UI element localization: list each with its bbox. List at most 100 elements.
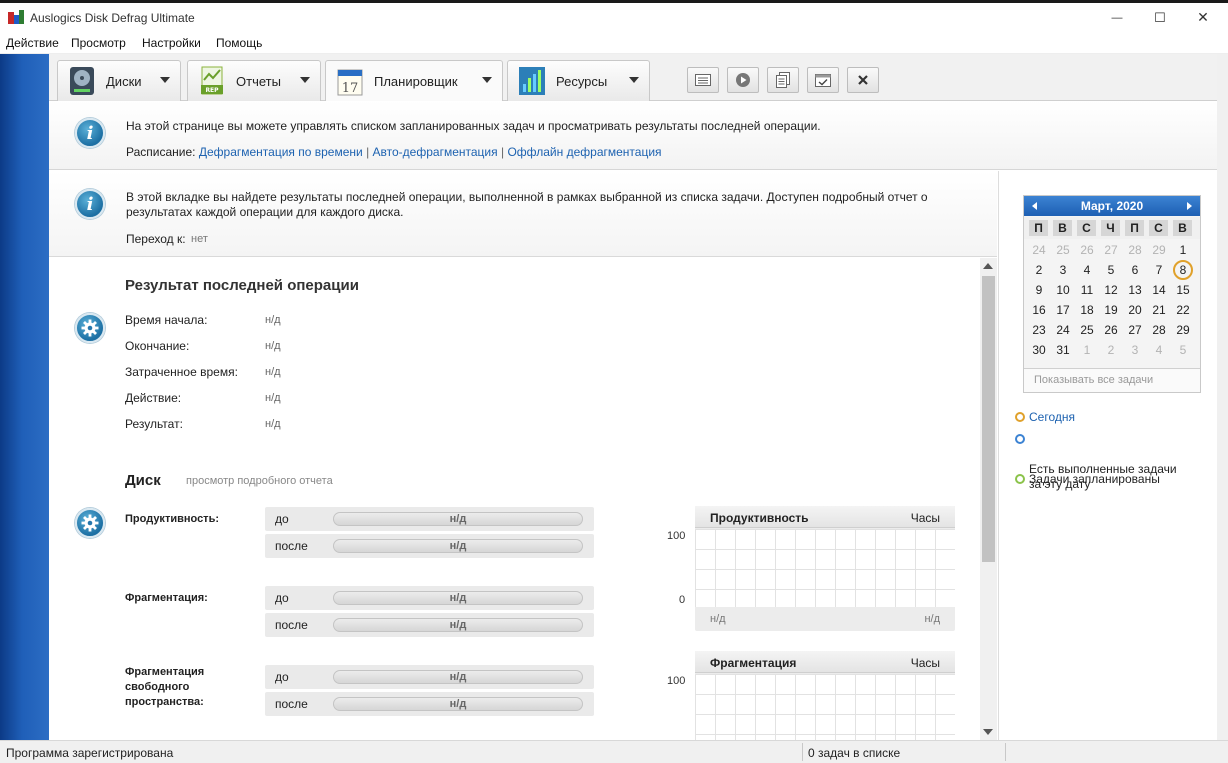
calendar-day[interactable]: 28	[1123, 240, 1147, 260]
status-registered: Программа зарегистрирована	[6, 746, 174, 760]
minimize-button[interactable]: —	[1094, 3, 1140, 32]
results-info-box: i В этой вкладке вы найдете результаты п…	[49, 171, 997, 257]
calendar-day[interactable]: 4	[1147, 340, 1171, 360]
scroll-thumb[interactable]	[982, 276, 995, 562]
calendar-day[interactable]: 26	[1099, 320, 1123, 340]
left-decoration-strip	[0, 54, 49, 740]
calendar-day[interactable]: 25	[1075, 320, 1099, 340]
tabs-bar: Диски REP Отчеты 17 Планировщик Ресурсы	[49, 54, 1217, 102]
tab-disks[interactable]: Диски	[57, 60, 181, 101]
chevron-down-icon[interactable]	[482, 77, 492, 83]
delete-button[interactable]	[847, 67, 879, 93]
gear-icon	[75, 508, 105, 538]
calendar-day[interactable]: 29	[1147, 240, 1171, 260]
end-time-value: н/д	[265, 340, 281, 352]
calendar-day[interactable]: 1	[1075, 340, 1099, 360]
calendar-day[interactable]: 20	[1123, 300, 1147, 320]
free-space-before-row: до н/д	[265, 665, 594, 689]
copy-button[interactable]	[767, 67, 799, 93]
report-icon: REP	[201, 66, 223, 95]
detailed-report-link[interactable]: просмотр подробного отчета	[186, 475, 333, 487]
calendar-day[interactable]: 10	[1051, 280, 1075, 300]
info-icon: i	[75, 189, 105, 219]
calendar-day[interactable]: 1	[1171, 240, 1195, 260]
tab-resources[interactable]: Ресурсы	[507, 60, 650, 101]
next-month-icon[interactable]	[1187, 202, 1192, 210]
calendar-day[interactable]: 2	[1027, 260, 1051, 280]
results-description-line2: результатах каждой операции для каждого …	[126, 205, 404, 219]
close-window-button[interactable]: ✕	[1180, 3, 1226, 32]
end-time-label: Окончание:	[125, 339, 190, 353]
calendar-day[interactable]: 2	[1099, 340, 1123, 360]
tab-resources-label: Ресурсы	[556, 73, 608, 89]
calendar-day-today[interactable]: 8	[1173, 260, 1193, 280]
vertical-scrollbar[interactable]	[980, 258, 997, 740]
menu-view[interactable]: Просмотр	[71, 36, 126, 50]
start-time-label: Время начала:	[125, 313, 208, 327]
properties-button[interactable]	[687, 67, 719, 93]
calendar-day[interactable]: 25	[1051, 240, 1075, 260]
calendar-day[interactable]: 26	[1075, 240, 1099, 260]
chevron-down-icon[interactable]	[300, 77, 310, 83]
calendar-day[interactable]: 15	[1171, 280, 1195, 300]
calendar-day[interactable]: 29	[1171, 320, 1195, 340]
calendar-day[interactable]: 30	[1027, 340, 1051, 360]
scroll-down-icon[interactable]	[983, 729, 993, 735]
today-ring-icon	[1015, 412, 1025, 422]
tab-scheduler[interactable]: 17 Планировщик	[325, 60, 503, 102]
calendar-day[interactable]: 27	[1123, 320, 1147, 340]
scroll-up-icon[interactable]	[983, 263, 993, 269]
fragmentation-before-row: до н/д	[265, 586, 594, 610]
calendar-day[interactable]: 24	[1027, 240, 1051, 260]
calendar-day[interactable]: 28	[1147, 320, 1171, 340]
calendar-sidebar: Март, 2020 ПВСЧПСВ 24 25 26 27 28 29 1 2 3 4 5 6 7 8 9…	[998, 171, 1217, 740]
calendar-day[interactable]: 4	[1075, 260, 1099, 280]
calendar-day[interactable]: 19	[1099, 300, 1123, 320]
link-time-defrag[interactable]: Дефрагментация по времени	[199, 145, 363, 159]
calendar: Март, 2020 ПВСЧПСВ 24 25 26 27 28 29 1 2 3 4 5 6 7 8 9…	[1023, 195, 1201, 393]
menu-settings[interactable]: Настройки	[142, 36, 201, 50]
maximize-button[interactable]: ☐	[1137, 3, 1183, 32]
chevron-down-icon[interactable]	[160, 77, 170, 83]
calendar-day[interactable]: 22	[1171, 300, 1195, 320]
graph-grid	[695, 674, 955, 740]
calendar-day[interactable]: 11	[1075, 280, 1099, 300]
calendar-day[interactable]: 3	[1123, 340, 1147, 360]
menu-help[interactable]: Помощь	[216, 36, 262, 50]
task-check-button[interactable]	[807, 67, 839, 93]
calendar-day[interactable]: 9	[1027, 280, 1051, 300]
run-button[interactable]	[727, 67, 759, 93]
calendar-day[interactable]: 27	[1099, 240, 1123, 260]
goto-value[interactable]: нет	[191, 233, 208, 245]
calendar-day[interactable]: 16	[1027, 300, 1051, 320]
start-time-value: н/д	[265, 314, 281, 326]
calendar-day[interactable]: 23	[1027, 320, 1051, 340]
calendar-day[interactable]: 12	[1099, 280, 1123, 300]
show-all-tasks[interactable]: Показывать все задачи	[1034, 374, 1153, 386]
calendar-weekdays: ПВСЧПСВ	[1024, 217, 1200, 239]
close-icon	[858, 75, 868, 85]
calendar-day[interactable]: 31	[1051, 340, 1075, 360]
link-offline-defrag[interactable]: Оффлайн дефрагментация	[507, 145, 661, 159]
calendar-day[interactable]: 17	[1051, 300, 1075, 320]
calendar-day[interactable]: 3	[1051, 260, 1075, 280]
graph-y-max: 100	[667, 530, 686, 542]
graph-unit: Часы	[910, 656, 940, 670]
free-space-after-bar: н/д	[333, 697, 583, 711]
calendar-day[interactable]: 14	[1147, 280, 1171, 300]
tab-reports[interactable]: REP Отчеты	[187, 60, 321, 101]
calendar-day[interactable]: 18	[1075, 300, 1099, 320]
link-auto-defrag[interactable]: Авто-дефрагментация	[373, 145, 498, 159]
calendar-day[interactable]: 6	[1123, 260, 1147, 280]
calendar-day[interactable]: 24	[1051, 320, 1075, 340]
calendar-day[interactable]: 13	[1123, 280, 1147, 300]
calendar-day[interactable]: 5	[1099, 260, 1123, 280]
menu-action[interactable]: Действие	[6, 36, 59, 50]
calendar-day[interactable]: 21	[1147, 300, 1171, 320]
chevron-down-icon[interactable]	[629, 77, 639, 83]
calendar-day[interactable]: 7	[1147, 260, 1171, 280]
legend-today[interactable]: Сегодня	[1015, 410, 1075, 424]
fragmentation-label: Фрагментация:	[125, 592, 208, 604]
calendar-day[interactable]: 5	[1171, 340, 1195, 360]
before-label: до	[275, 512, 289, 526]
